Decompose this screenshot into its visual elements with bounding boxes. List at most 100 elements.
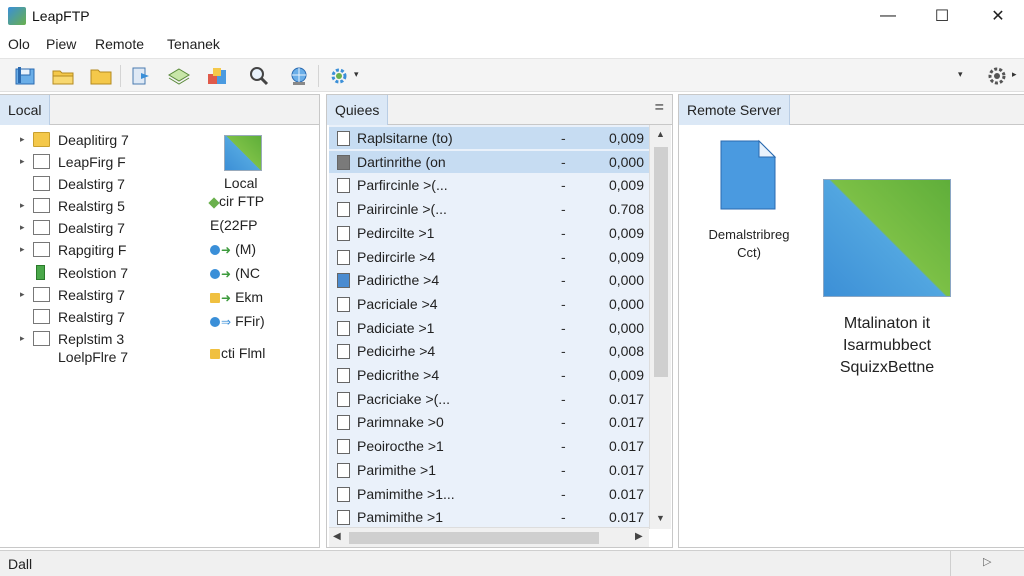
scroll-left-arrow-icon[interactable]: ◀	[333, 531, 341, 542]
queue-row-name: Raplsitarne (to)	[357, 130, 453, 146]
local-panel-header: Local	[0, 95, 319, 125]
queue-row-status: -	[561, 177, 566, 193]
expand-arrow-icon[interactable]: ▸	[20, 156, 25, 167]
menu-item-tenanek[interactable]: Tenanek	[167, 36, 220, 52]
blue-dot-icon	[210, 317, 220, 327]
local-info-text: (M)	[235, 241, 257, 257]
folder-button[interactable]	[88, 64, 114, 88]
yellow-folder-icon	[210, 293, 220, 303]
options-dropdown-arrow[interactable]: ▸	[1012, 69, 1017, 80]
tree-item[interactable]: ▸ LeapFirg F	[0, 151, 200, 173]
menu-item-piew[interactable]: Piew	[46, 36, 76, 52]
tree-item[interactable]: ▸ Deaplitirg 7	[0, 129, 200, 151]
queue-row-status: -	[561, 130, 566, 146]
remote-message: Isarmubbect	[842, 337, 932, 354]
status-arrow-icon[interactable]: ▷	[983, 555, 991, 568]
scroll-thumb[interactable]	[349, 532, 599, 544]
transfer-button[interactable]	[128, 64, 154, 88]
queue-row-status: -	[561, 509, 566, 525]
queue-row-name: Dartinrithe (on	[357, 154, 446, 170]
tree-item[interactable]: Dealstirg 7	[0, 173, 200, 195]
local-info-row: cir FTP	[208, 193, 320, 213]
settings-button[interactable]	[326, 64, 352, 88]
tab-local[interactable]: Local	[0, 95, 51, 125]
minimize-button[interactable]: —	[860, 0, 916, 32]
tree-item[interactable]: ▸ Rapgitirg F	[0, 239, 200, 261]
queue-row[interactable]: Parimnake >0 - 0.017	[329, 411, 649, 433]
close-button[interactable]: ✕	[970, 0, 1024, 32]
local-info-text: cti Flml	[221, 345, 266, 361]
options-button[interactable]	[984, 64, 1010, 88]
queue-row-value: 0,000	[608, 272, 644, 288]
queue-row[interactable]: Peoirocthe >1 - 0.017	[329, 435, 649, 457]
search-button[interactable]	[246, 64, 272, 88]
document-lines-icon	[33, 331, 50, 346]
queue-row-name: Pedircirle >4	[357, 249, 436, 265]
queue-row-value: 0,009	[608, 130, 644, 146]
expand-arrow-icon[interactable]: ▸	[20, 289, 25, 300]
compare-button[interactable]	[204, 64, 230, 88]
queue-row-status: -	[561, 343, 566, 359]
queue-row-value: 0.708	[608, 201, 644, 217]
queue-horizontal-scrollbar[interactable]: ◀ ▶	[329, 527, 649, 547]
local-info-text: E(22FP	[210, 217, 258, 233]
queue-row[interactable]: Padiricthe >4 - 0,000	[329, 269, 649, 291]
file-icon	[337, 321, 350, 336]
queue-row[interactable]: Pacriciale >4 - 0,000	[329, 293, 649, 315]
queue-row[interactable]: Pedircilte >1 - 0,009	[329, 222, 649, 244]
tab-remote-server[interactable]: Remote Server	[679, 95, 791, 125]
title-bar: LeapFTP — ☐ ✕	[0, 0, 1024, 32]
green-arrow-icon: ➜	[221, 267, 232, 281]
scroll-right-arrow-icon[interactable]: ▶	[635, 531, 643, 542]
queue-row[interactable]: Parimithe >1 - 0.017	[329, 459, 649, 481]
queue-row[interactable]: Pamimithe >1 - 0.017	[329, 506, 649, 528]
document-icon	[33, 198, 50, 213]
expand-arrow-icon[interactable]: ▸	[20, 244, 25, 255]
scroll-down-arrow-icon[interactable]: ▼	[656, 513, 665, 523]
menu-item-remote[interactable]: Remote	[95, 36, 144, 52]
expand-arrow-icon[interactable]: ▸	[20, 200, 25, 211]
tree-item[interactable]: LoelpFlre 7	[0, 346, 200, 368]
scroll-up-arrow-icon[interactable]: ▲	[656, 129, 665, 139]
expand-arrow-icon[interactable]: ▸	[20, 333, 25, 344]
open-folder-button[interactable]	[50, 64, 76, 88]
file-icon	[337, 368, 350, 383]
queue-row[interactable]: Pedircirle >4 - 0,009	[329, 246, 649, 268]
tree-item-label: Dealstirg 7	[58, 220, 125, 236]
tab-queue[interactable]: Quiees	[327, 95, 389, 125]
local-info-text: cir FTP	[219, 193, 265, 209]
queue-row[interactable]: Pamimithe >1... - 0.017	[329, 483, 649, 505]
queue-row[interactable]: Dartinrithe (on - 0,000	[329, 151, 649, 173]
expand-arrow-icon[interactable]: ▸	[20, 134, 25, 145]
maximize-button[interactable]: ☐	[914, 0, 970, 32]
queue-row[interactable]: Pairircinle >(... - 0.708	[329, 198, 649, 220]
queue-list[interactable]: Raplsitarne (to) - 0,009 Dartinrithe (on - 0,…	[329, 125, 649, 529]
queue-vertical-scrollbar[interactable]: ▲ ▼	[649, 125, 671, 529]
settings-dropdown-arrow[interactable]: ▾	[354, 69, 359, 80]
globe-icon	[291, 67, 307, 85]
toolbar-overflow-arrow[interactable]: ▾	[958, 69, 963, 80]
queue-row[interactable]: Pedicrithe >4 - 0,009	[329, 364, 649, 386]
scroll-thumb[interactable]	[654, 147, 668, 377]
queue-menu-icon[interactable]: =	[655, 99, 664, 117]
layers-icon	[168, 68, 190, 85]
queue-row[interactable]: Parfircinle >(... - 0,009	[329, 174, 649, 196]
window-title: LeapFTP	[32, 8, 90, 24]
queue-row[interactable]: Pedicirhe >4 - 0,008	[329, 340, 649, 362]
file-icon	[337, 226, 350, 241]
save-button[interactable]	[12, 64, 38, 88]
queue-row[interactable]: Padiciate >1 - 0,000	[329, 317, 649, 339]
queue-row[interactable]: Raplsitarne (to) - 0,009	[329, 127, 649, 149]
queue-row[interactable]: Pacriciake >(... - 0.017	[329, 388, 649, 410]
tree-item[interactable]: Realstirg 7	[0, 306, 200, 328]
tree-item[interactable]: ▸ Dealstirg 7	[0, 217, 200, 239]
local-logo-icon	[224, 135, 262, 171]
queue-row-name: Pedicrithe >4	[357, 367, 440, 383]
menu-item-olo[interactable]: Olo	[8, 36, 30, 52]
tree-item[interactable]: ▸ Realstirg 7	[0, 284, 200, 306]
globe-button[interactable]	[286, 64, 312, 88]
layers-button[interactable]	[166, 64, 192, 88]
expand-arrow-icon[interactable]: ▸	[20, 222, 25, 233]
tree-item[interactable]: Reolstion 7	[0, 262, 200, 284]
tree-item[interactable]: ▸ Realstirg 5	[0, 195, 200, 217]
